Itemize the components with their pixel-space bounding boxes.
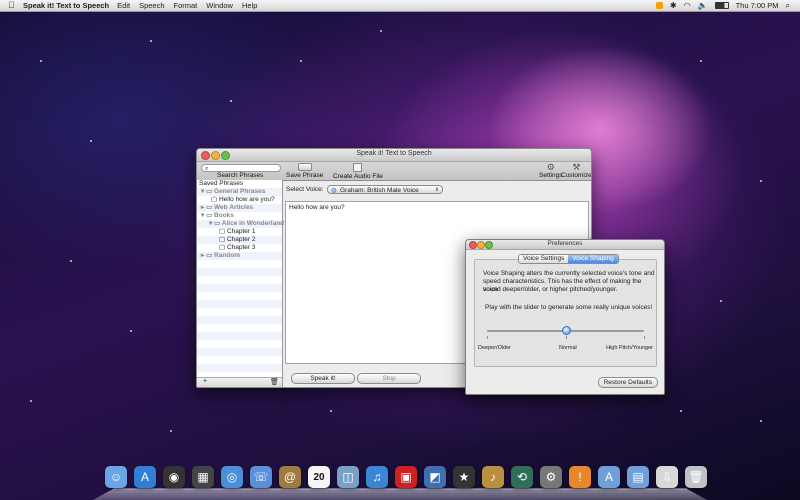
voice-shaping-panel: Voice Shaping alters the currently selec… bbox=[474, 259, 657, 367]
imovie-icon[interactable]: ★ bbox=[453, 466, 475, 488]
voice-select-value: Graham: British Male Voice bbox=[340, 187, 419, 194]
dock: ☺ A ◉ ▦ ◎ ☏ @20 ◫ ♫ ▣ ◩ ★ ♪ ⟲ ⚙! A ▤ ⇩ 🗑 bbox=[93, 458, 707, 500]
restore-defaults-button[interactable]: Restore Defaults bbox=[597, 377, 658, 388]
address-book-icon[interactable]: @ bbox=[279, 466, 301, 488]
downloads-icon[interactable]: ⇩ bbox=[656, 466, 678, 488]
search-icon: ⌕ bbox=[205, 166, 209, 172]
time-machine-icon[interactable]: ⟲ bbox=[511, 466, 533, 488]
dock-shelf bbox=[93, 488, 707, 500]
voice-shaping-slider[interactable] bbox=[487, 326, 645, 339]
gear-icon: ⚙ bbox=[546, 162, 555, 172]
search-input[interactable]: ⌕ bbox=[201, 164, 281, 172]
system-preferences-icon[interactable]: ⚙ bbox=[540, 466, 562, 488]
itunes-icon[interactable]: ♫ bbox=[366, 466, 388, 488]
slider-knob[interactable] bbox=[561, 326, 571, 335]
garageband-icon[interactable]: ♪ bbox=[482, 466, 504, 488]
create-audio-label: Create Audio File bbox=[333, 173, 383, 180]
main-titlebar[interactable]: Speak it! Text to Speech bbox=[197, 149, 591, 162]
menu-bar:  Speak it! Text to Speech Edit Speech F… bbox=[0, 0, 800, 12]
preferences-title: Preferences bbox=[547, 240, 583, 247]
photo-booth-icon[interactable]: ▣ bbox=[395, 466, 417, 488]
bluetooth-icon[interactable]: ✱ bbox=[670, 1, 677, 10]
facetime-icon[interactable]: ☏ bbox=[250, 466, 272, 488]
apple-menu-icon[interactable]:  bbox=[8, 1, 17, 10]
slider-label-middle: Normal bbox=[559, 345, 577, 351]
tab-voice-shaping[interactable]: Voice Shaping bbox=[568, 255, 618, 263]
slider-tick bbox=[565, 336, 567, 339]
prefs-tab-control: Voice Settings Voice Shaping bbox=[518, 254, 619, 264]
menu-edit[interactable]: Edit bbox=[117, 1, 130, 10]
sidebar-footer: + 🗑 bbox=[197, 377, 282, 387]
menu-help[interactable]: Help bbox=[242, 1, 257, 10]
spotlight-icon[interactable]: ⌕ bbox=[786, 1, 790, 11]
menu-clock[interactable]: Thu 7:00 PM bbox=[736, 1, 779, 10]
slider-label-right: High Pitch/Younger bbox=[606, 345, 653, 351]
stop-button[interactable]: Stop bbox=[357, 373, 421, 384]
shaping-desc-4: Play with the slider to generate some re… bbox=[485, 304, 653, 311]
sidebar-item-chapter-3[interactable]: ▢ Chapter 3 bbox=[197, 244, 282, 252]
trash-icon[interactable]: 🗑 bbox=[270, 378, 279, 386]
speak-button[interactable]: Speak it! bbox=[291, 373, 355, 384]
safari-icon[interactable]: ◎ bbox=[221, 466, 243, 488]
documents-folder-icon[interactable]: ▤ bbox=[627, 466, 649, 488]
sidebar-group-web[interactable]: ▸ ▭ Web Articles bbox=[197, 204, 282, 212]
menu-window[interactable]: Window bbox=[206, 1, 233, 10]
wifi-icon[interactable]: ◠ bbox=[684, 1, 691, 10]
preferences-window: Preferences Voice Shaping alters the cur… bbox=[465, 239, 665, 395]
menu-app-name[interactable]: Speak it! Text to Speech bbox=[23, 1, 109, 10]
applications-folder-icon[interactable]: A bbox=[598, 466, 620, 488]
trash-icon[interactable]: 🗑 bbox=[685, 466, 707, 488]
app-store-icon[interactable]: A bbox=[134, 466, 156, 488]
select-voice-label: Select Voice: bbox=[286, 186, 324, 193]
mission-control-icon[interactable]: ▦ bbox=[192, 466, 214, 488]
preview-icon[interactable]: ◫ bbox=[337, 466, 359, 488]
menu-speech[interactable]: Speech bbox=[139, 1, 164, 10]
sidebar-group-random[interactable]: ▸ ▭ Random bbox=[197, 252, 282, 260]
customize-button[interactable]: ⚒ Customize bbox=[561, 162, 592, 180]
audio-file-icon bbox=[353, 163, 363, 172]
sidebar: Saved Phrases ▾ ▭ General Phrases ▢ Hell… bbox=[197, 180, 284, 387]
sidebar-header: Saved Phrases bbox=[197, 180, 282, 188]
sidebar-group-alice[interactable]: ▾ ▭ Alice in Wonderland bbox=[197, 220, 284, 228]
save-phrase-button[interactable]: Save Phrase bbox=[286, 163, 323, 179]
menu-format[interactable]: Format bbox=[174, 1, 198, 10]
customize-label: Customize bbox=[561, 172, 592, 179]
ical-icon[interactable]: 20 bbox=[308, 466, 330, 488]
chevron-updown-icon: ⇕ bbox=[434, 187, 439, 193]
slider-tick bbox=[644, 336, 645, 339]
sidebar-item-chapter-1[interactable]: ▢ Chapter 1 bbox=[197, 228, 282, 236]
add-button[interactable]: + bbox=[203, 378, 207, 385]
sidebar-group-books[interactable]: ▾ ▭ Books bbox=[197, 212, 282, 220]
speech-text: Hello how are you? bbox=[289, 204, 345, 211]
sidebar-item-chapter-2[interactable]: ▢ Chapter 2 bbox=[197, 236, 282, 244]
window-title: Speak it! Text to Speech bbox=[356, 150, 432, 157]
settings-label: Settings bbox=[539, 172, 563, 179]
toolbar: ⌕ Search Phrases Save Phrase Create Audi… bbox=[197, 162, 591, 181]
tools-icon: ⚒ bbox=[572, 162, 581, 172]
search-label: Search Phrases bbox=[217, 172, 264, 179]
slider-label-left: Deeper/Older bbox=[478, 345, 512, 351]
sidebar-item-hello[interactable]: ▢ Hello how are you? bbox=[197, 196, 282, 204]
shaping-desc-1: Voice Shaping alters the currently selec… bbox=[483, 270, 655, 277]
tab-voice-settings[interactable]: Voice Settings bbox=[519, 255, 569, 263]
slider-tick bbox=[487, 336, 488, 339]
settings-button[interactable]: ⚙ Settings bbox=[539, 162, 563, 180]
finder-icon[interactable]: ☺ bbox=[105, 466, 127, 488]
voice-select[interactable]: ◍ Graham: British Male Voice ⇕ bbox=[327, 185, 443, 194]
speakit-icon[interactable]: ! bbox=[569, 466, 591, 488]
battery-icon[interactable] bbox=[714, 2, 729, 9]
notification-icon[interactable] bbox=[655, 2, 663, 9]
volume-icon[interactable]: 🔈 bbox=[698, 1, 708, 10]
shaping-desc-3: sound deeper/older, or higher pitched/yo… bbox=[483, 286, 618, 293]
save-phrase-icon bbox=[297, 163, 312, 171]
save-phrase-label: Save Phrase bbox=[286, 172, 324, 179]
dashboard-icon[interactable]: ◉ bbox=[163, 466, 185, 488]
preferences-titlebar[interactable]: Preferences bbox=[466, 240, 664, 250]
create-audio-button[interactable]: Create Audio File bbox=[333, 163, 383, 180]
iphoto-icon[interactable]: ◩ bbox=[424, 466, 446, 488]
voice-icon: ◍ bbox=[331, 187, 337, 194]
sidebar-group-general[interactable]: ▾ ▭ General Phrases bbox=[197, 188, 282, 196]
